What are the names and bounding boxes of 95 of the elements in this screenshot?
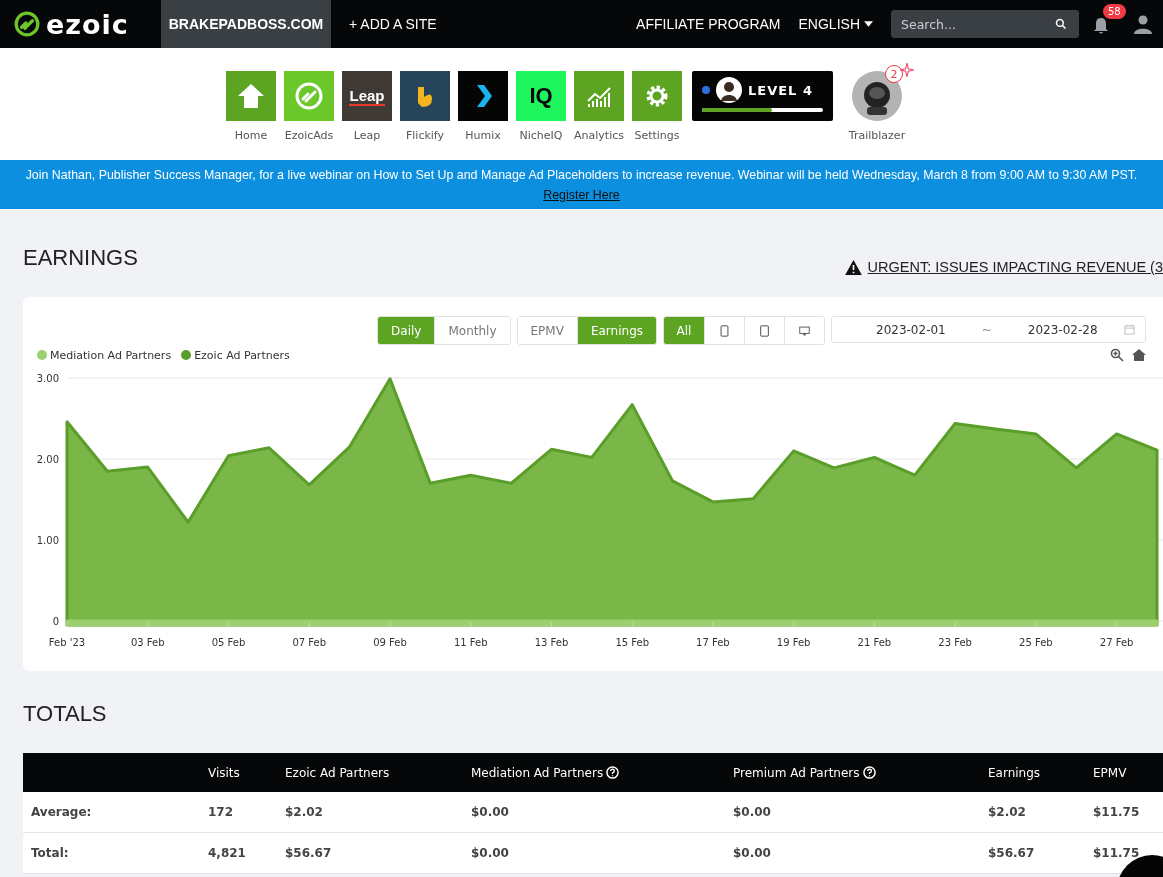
axis-label: 21 Feb <box>857 637 892 648</box>
axis-label: 05 Feb <box>211 637 246 648</box>
app-tile[interactable] <box>458 71 508 121</box>
column-header: Mediation Ad Partners <box>471 765 604 780</box>
level-card[interactable]: LEVEL 4 <box>692 71 833 121</box>
axis-label: 3.00 <box>36 373 59 384</box>
section-title: TOTALS <box>23 701 108 728</box>
trailblazer-badge: 2 <box>885 65 903 83</box>
language-dropdown[interactable]: ENGLISH <box>798 16 873 32</box>
app-tile[interactable] <box>574 71 624 121</box>
axis-label: Feb '23 <box>48 637 86 648</box>
axis-label: 27 Feb <box>1099 637 1134 648</box>
house-icon <box>236 81 266 111</box>
app-label: Flickify <box>405 129 445 142</box>
app-tile[interactable] <box>284 71 334 121</box>
table-cell-text: 4,821 <box>208 846 247 860</box>
table-cell-text: $56.67 <box>285 846 333 860</box>
avatar <box>716 77 742 103</box>
desktop-toggle[interactable] <box>784 317 824 344</box>
table-cell-text: $2.02 <box>285 805 324 819</box>
search-field[interactable]: Search... <box>891 10 1079 38</box>
axis-label: 25 Feb <box>1019 637 1053 648</box>
monitor-icon <box>799 324 810 337</box>
sparkle-icon <box>900 63 914 77</box>
table-cell-text: $0.00 <box>471 846 510 860</box>
logo-icon <box>14 11 40 37</box>
axis-label: 1.00 <box>36 535 59 546</box>
table-cell-text: $11.75 <box>1093 846 1141 860</box>
nicheiq-logo: IQ <box>529 83 553 109</box>
ezoic-logo-icon <box>294 81 324 111</box>
app-label: Humix <box>465 129 501 142</box>
app-tile[interactable]: IQ <box>516 71 566 121</box>
caret-icon <box>864 21 873 27</box>
column-header: Visits <box>208 765 240 780</box>
app-label: Home <box>234 129 268 142</box>
phone-icon <box>759 324 770 337</box>
app-tile[interactable] <box>226 71 276 121</box>
app-label: Analytics <box>574 129 624 142</box>
section-title: EARNINGS <box>23 245 138 272</box>
axis-label: 03 Feb <box>130 637 165 648</box>
axis-label: 07 Feb <box>292 637 326 648</box>
register-link[interactable]: Register Here <box>543 188 620 202</box>
axis-label: 0 <box>52 616 59 627</box>
table-cell-text: $0.00 <box>733 846 772 860</box>
help-icon[interactable] <box>606 766 620 779</box>
status-dot <box>702 86 710 94</box>
app-label: EzoicAds <box>284 129 334 142</box>
column-header: EPMV <box>1093 765 1127 780</box>
column-header: Earnings <box>988 765 1041 780</box>
warning-icon <box>844 259 862 275</box>
app-label: NicheIQ <box>519 129 563 142</box>
search-icon[interactable] <box>1055 18 1067 30</box>
column-header: Premium Ad Partners <box>733 765 860 780</box>
help-icon[interactable] <box>862 766 876 779</box>
tablet-icon <box>719 324 730 337</box>
banner-text: Join Nathan, Publisher Success Manager, for a live webinar on How to Set Up and Manage Ad Placeholders to increase revenue. Webinar will be held Wednesday, March 8 from 9:00 AM to 9:30 AM PST. Register Here <box>24 167 1139 204</box>
table-cell-text: $0.00 <box>733 805 772 819</box>
affiliate-link[interactable]: AFFILIATE PROGRAM <box>636 16 781 32</box>
app-label: Leap <box>353 129 381 142</box>
column-header: Ezoic Ad Partners <box>285 765 390 780</box>
zoom-icon[interactable] <box>1110 348 1124 362</box>
axis-label: 2.00 <box>36 454 59 465</box>
app-tile[interactable] <box>632 71 682 121</box>
axis-label: 11 Feb <box>453 637 488 648</box>
axis-label: 09 Feb <box>373 637 407 648</box>
axis-label: 19 Feb <box>776 637 811 648</box>
axis-label: 17 Feb <box>696 637 730 648</box>
legend-item[interactable]: Mediation Ad Partners <box>37 348 172 362</box>
app-label: Trailblazer <box>848 129 906 142</box>
app-tile[interactable] <box>400 71 450 121</box>
axis-label: 13 Feb <box>534 637 569 648</box>
logo-text: ezoic <box>46 8 129 40</box>
app-label: Settings <box>634 129 680 142</box>
site-tab[interactable]: BRAKEPADBOSS.COM <box>161 0 331 48</box>
table-cell-text: $2.02 <box>988 805 1027 819</box>
legend-item[interactable]: Ezoic Ad Partners <box>181 348 290 362</box>
period-toggle[interactable]: Monthly <box>434 317 510 344</box>
notification-badge: 58 <box>1103 4 1126 19</box>
axis-label: 15 Feb <box>615 637 649 648</box>
add-site-link[interactable]: + ADD A SITE <box>349 16 437 32</box>
table-cell-text: $56.67 <box>988 846 1036 860</box>
row-label: Average: <box>31 805 93 819</box>
table-cell-text: $0.00 <box>471 805 510 819</box>
axis-label: 23 Feb <box>938 637 972 648</box>
table-cell-text: $11.75 <box>1093 805 1141 819</box>
urgent-link[interactable]: URGENT: ISSUES IMPACTING REVENUE (3 <box>867 259 1163 275</box>
app-tile[interactable]: Leap <box>342 71 392 121</box>
row-label: Total: <box>31 846 70 860</box>
level-label: LEVEL 4 <box>748 82 813 98</box>
astronaut-icon[interactable] <box>852 71 902 121</box>
user-icon[interactable] <box>1133 14 1153 34</box>
date-range-field[interactable]: 2023-02-01 ~ 2023-02-28 <box>831 316 1146 343</box>
table-cell-text: 172 <box>208 805 235 819</box>
home-icon[interactable] <box>1132 348 1146 362</box>
leap-logo: Leap <box>349 86 385 106</box>
